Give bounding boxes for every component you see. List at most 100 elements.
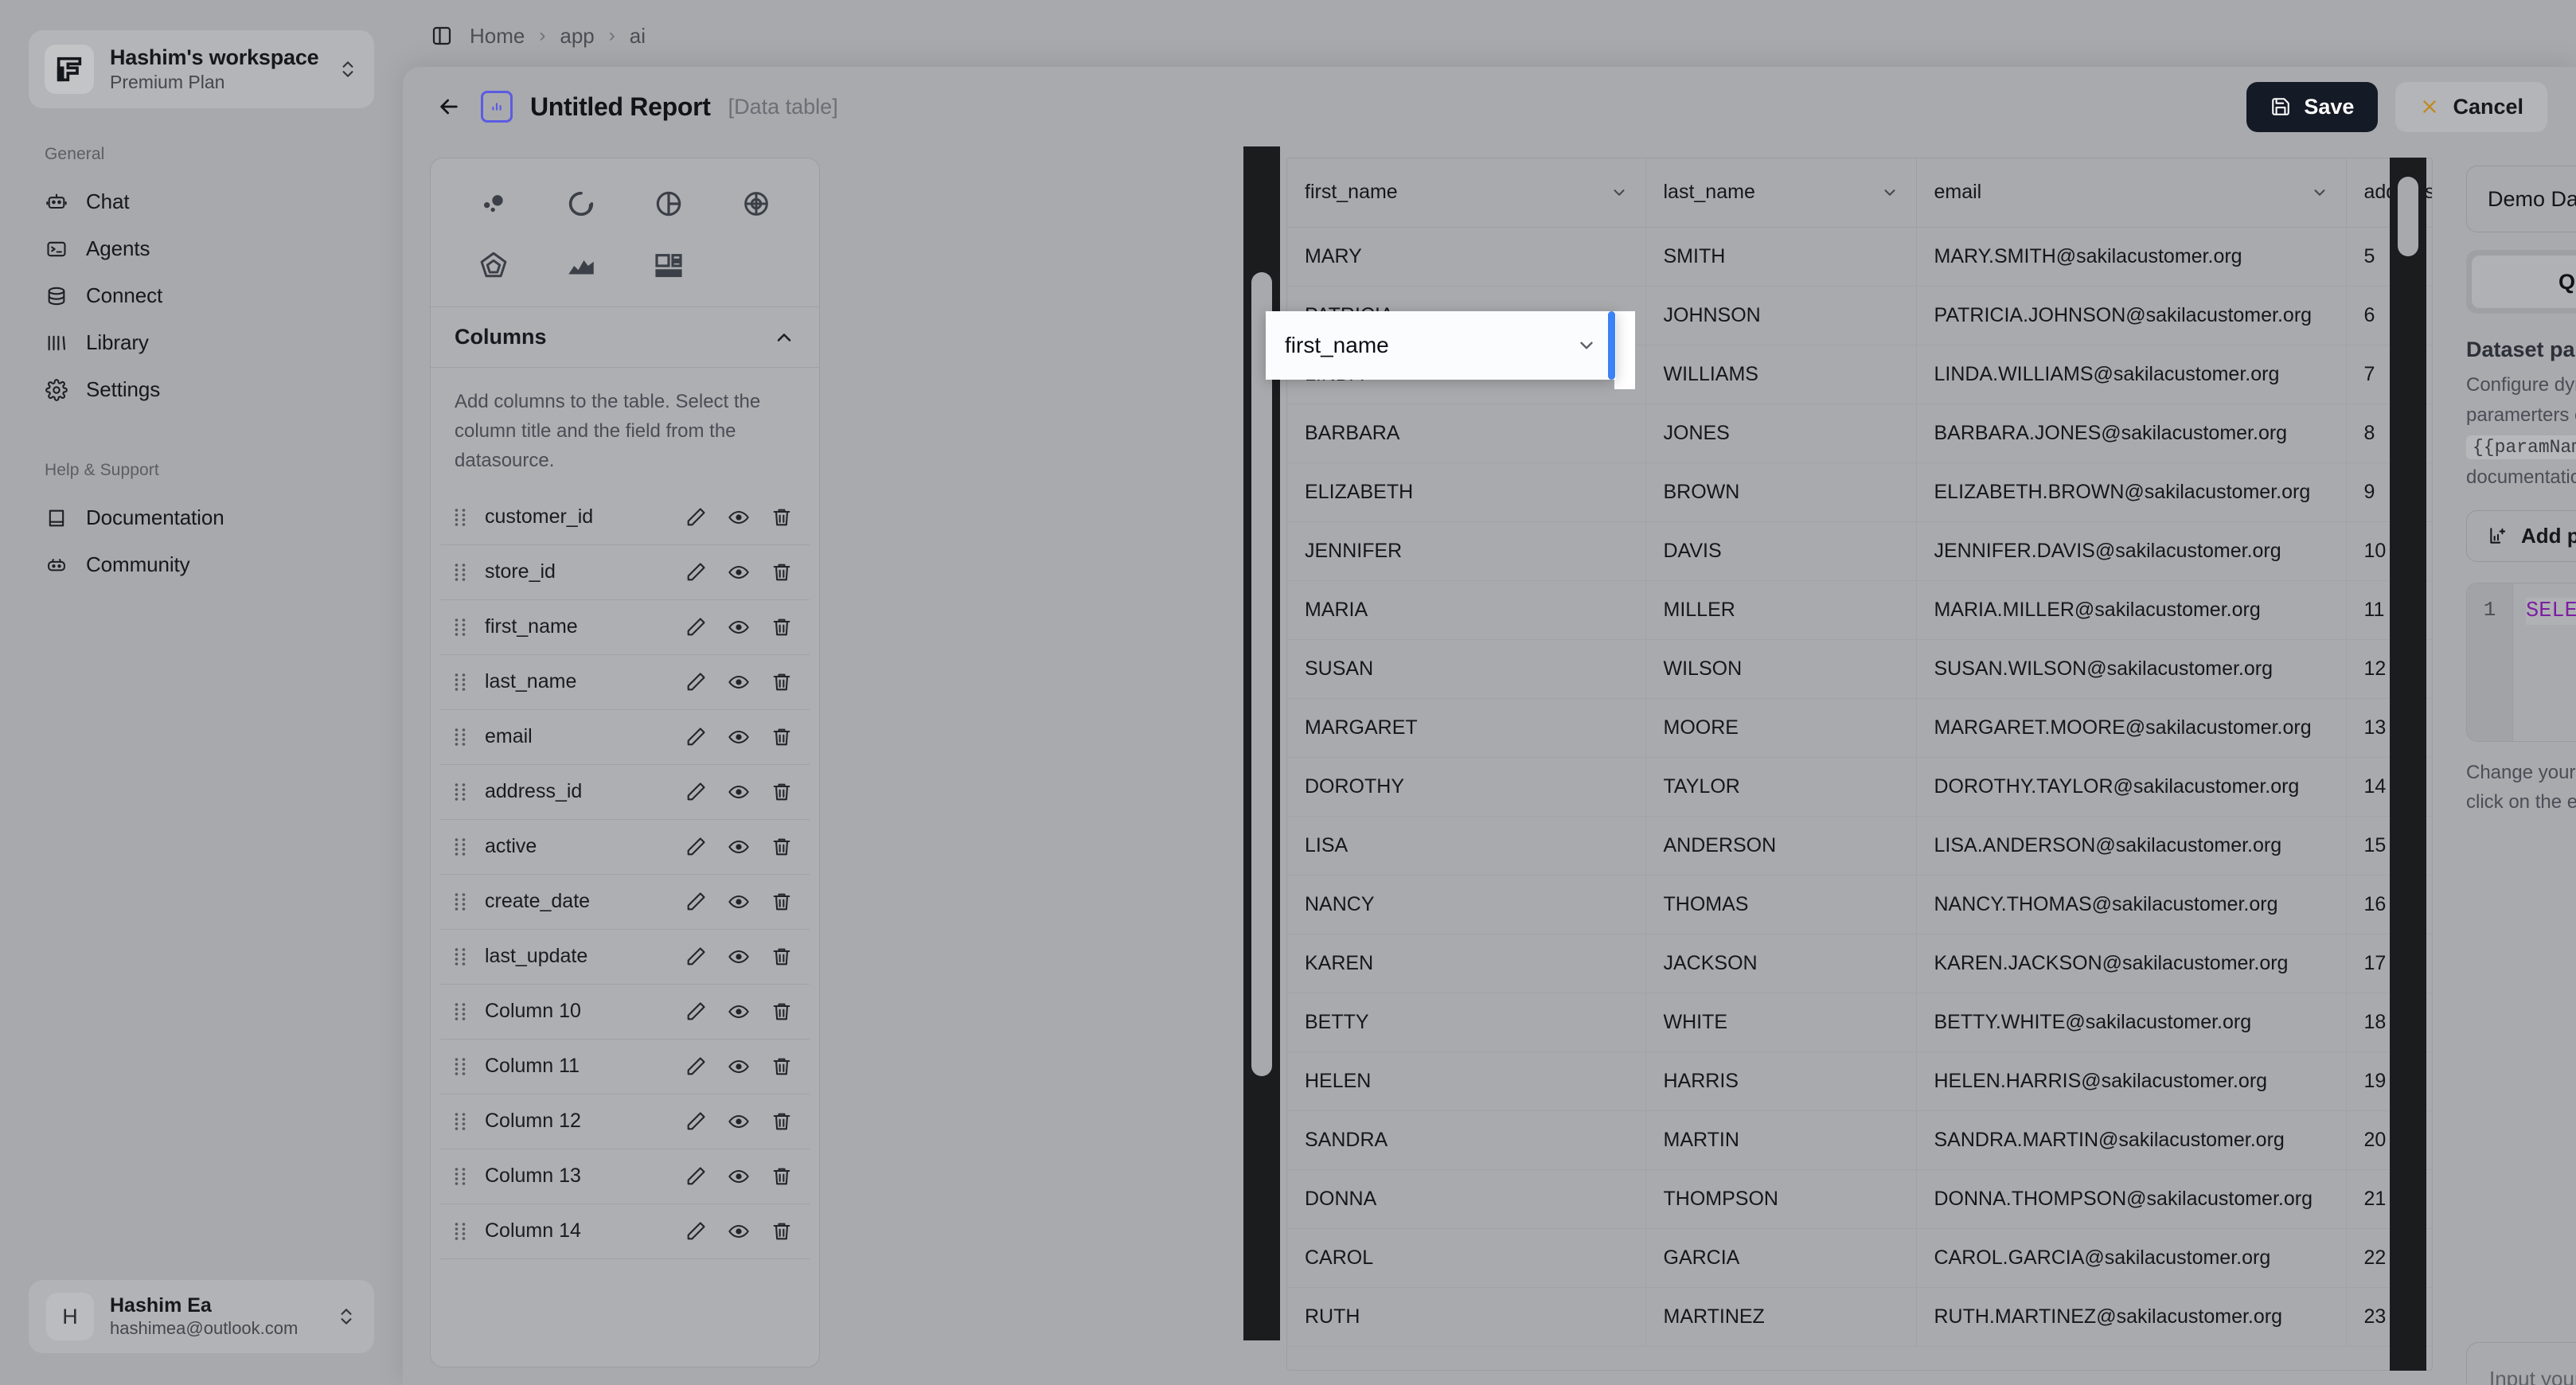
- tab-query[interactable]: Query: [2472, 256, 2576, 308]
- eye-icon[interactable]: [725, 504, 752, 531]
- drag-handle-icon[interactable]: [451, 508, 469, 527]
- drag-handle-icon[interactable]: [451, 892, 469, 911]
- sidebar-toggle-icon[interactable]: [428, 22, 455, 49]
- drag-handle-icon[interactable]: [451, 1002, 469, 1021]
- radial-chart-icon[interactable]: [712, 176, 800, 232]
- trash-icon[interactable]: [768, 559, 795, 586]
- sql-editor[interactable]: 1 SELECT * FROM customer: [2466, 582, 2576, 742]
- drag-handle-icon[interactable]: [451, 563, 469, 582]
- area-chart-icon[interactable]: [537, 238, 625, 294]
- trash-icon[interactable]: [768, 1163, 795, 1190]
- arrow-left-icon[interactable]: [435, 92, 463, 121]
- eye-icon[interactable]: [725, 724, 752, 751]
- drag-handle-icon[interactable]: [451, 947, 469, 966]
- column-list-item[interactable]: last_name: [440, 655, 810, 710]
- trash-icon[interactable]: [768, 504, 795, 531]
- eye-icon[interactable]: [725, 614, 752, 641]
- chevron-down-icon[interactable]: [1881, 184, 1899, 201]
- pencil-icon[interactable]: [682, 1053, 709, 1080]
- sidebar-item-library[interactable]: Library: [0, 319, 403, 366]
- chevron-down-icon[interactable]: [1576, 335, 1597, 356]
- pencil-icon[interactable]: [682, 614, 709, 641]
- prompt-input[interactable]: Input your prompt and press enter: [2466, 1342, 2576, 1385]
- pencil-icon[interactable]: [682, 1218, 709, 1245]
- save-button[interactable]: Save: [2246, 81, 2379, 132]
- eye-icon[interactable]: [725, 943, 752, 970]
- active-column-header-popover[interactable]: first_name: [1266, 311, 1616, 380]
- eye-icon[interactable]: [725, 669, 752, 696]
- drag-handle-icon[interactable]: [451, 1167, 469, 1186]
- sidebar-item-settings[interactable]: Settings: [0, 366, 403, 413]
- eye-icon[interactable]: [725, 1108, 752, 1135]
- column-list-item[interactable]: Column 10: [440, 985, 810, 1040]
- pencil-icon[interactable]: [682, 1108, 709, 1135]
- chevron-down-icon[interactable]: [2311, 184, 2328, 201]
- eye-icon[interactable]: [725, 1163, 752, 1190]
- donut-chart-icon[interactable]: [537, 176, 625, 232]
- column-list-item[interactable]: store_id: [440, 545, 810, 600]
- eye-icon[interactable]: [725, 1218, 752, 1245]
- drag-handle-icon[interactable]: [451, 673, 469, 692]
- bubble-chart-icon[interactable]: [450, 176, 537, 232]
- trash-icon[interactable]: [768, 943, 795, 970]
- pencil-icon[interactable]: [682, 504, 709, 531]
- trash-icon[interactable]: [768, 778, 795, 806]
- sidebar-item-documentation[interactable]: Documentation: [0, 494, 403, 541]
- scrollbar-thumb[interactable]: [1251, 272, 1272, 1076]
- table-header-last-name[interactable]: last_name: [1645, 158, 1917, 228]
- trash-icon[interactable]: [768, 1218, 795, 1245]
- datasource-select[interactable]: Demo Datasource: [2466, 166, 2576, 232]
- drag-handle-icon[interactable]: [451, 1222, 469, 1241]
- pencil-icon[interactable]: [682, 778, 709, 806]
- chevron-up-icon[interactable]: [773, 326, 795, 349]
- column-list-item[interactable]: Column 11: [440, 1040, 810, 1094]
- eye-icon[interactable]: [725, 1053, 752, 1080]
- drag-handle-icon[interactable]: [451, 782, 469, 802]
- editor-code-area[interactable]: SELECT * FROM customer: [2513, 583, 2576, 741]
- table-vertical-scrollbar[interactable]: [2390, 158, 2426, 1371]
- column-list-item[interactable]: active: [440, 820, 810, 875]
- column-list-item[interactable]: last_update: [440, 930, 810, 985]
- sidebar-item-connect[interactable]: Connect: [0, 272, 403, 319]
- column-list-item[interactable]: Column 12: [440, 1094, 810, 1149]
- trash-icon[interactable]: [768, 833, 795, 860]
- columns-section-header[interactable]: Columns: [431, 306, 819, 368]
- eye-icon[interactable]: [725, 888, 752, 915]
- column-list-item[interactable]: Column 14: [440, 1204, 810, 1259]
- column-list-item[interactable]: Column 13: [440, 1149, 810, 1204]
- pencil-icon[interactable]: [682, 998, 709, 1025]
- drag-handle-icon[interactable]: [451, 1057, 469, 1076]
- column-list-item[interactable]: address_id: [440, 765, 810, 820]
- add-parameters-button[interactable]: Add parameters: [2466, 509, 2576, 562]
- breadcrumb-item-ai[interactable]: ai: [630, 24, 646, 49]
- trash-icon[interactable]: [768, 614, 795, 641]
- data-table-icon[interactable]: [625, 238, 712, 294]
- scrollbar-thumb[interactable]: [2398, 177, 2418, 256]
- pencil-icon[interactable]: [682, 669, 709, 696]
- drag-handle-icon[interactable]: [451, 837, 469, 856]
- breadcrumb-item-app[interactable]: app: [560, 24, 594, 49]
- drag-handle-icon[interactable]: [451, 618, 469, 637]
- pie-chart-icon[interactable]: [625, 176, 712, 232]
- eye-icon[interactable]: [725, 559, 752, 586]
- eye-icon[interactable]: [725, 998, 752, 1025]
- pencil-icon[interactable]: [682, 724, 709, 751]
- trash-icon[interactable]: [768, 669, 795, 696]
- column-list-item[interactable]: customer_id: [440, 490, 810, 545]
- column-list-item[interactable]: email: [440, 710, 810, 765]
- sidebar-item-community[interactable]: Community: [0, 541, 403, 588]
- table-header-email[interactable]: email: [1916, 158, 2347, 228]
- trash-icon[interactable]: [768, 1053, 795, 1080]
- table-header-first-name[interactable]: first_name: [1287, 158, 1646, 228]
- column-list-item[interactable]: first_name: [440, 600, 810, 655]
- radar-chart-icon[interactable]: [450, 238, 537, 294]
- column-resize-handle[interactable]: [1608, 311, 1615, 380]
- eye-icon[interactable]: [725, 833, 752, 860]
- sidebar-item-agents[interactable]: Agents: [0, 225, 403, 272]
- cancel-button[interactable]: Cancel: [2395, 81, 2547, 132]
- breadcrumb-item-home[interactable]: Home: [470, 24, 525, 49]
- pencil-icon[interactable]: [682, 888, 709, 915]
- pencil-icon[interactable]: [682, 833, 709, 860]
- trash-icon[interactable]: [768, 998, 795, 1025]
- trash-icon[interactable]: [768, 888, 795, 915]
